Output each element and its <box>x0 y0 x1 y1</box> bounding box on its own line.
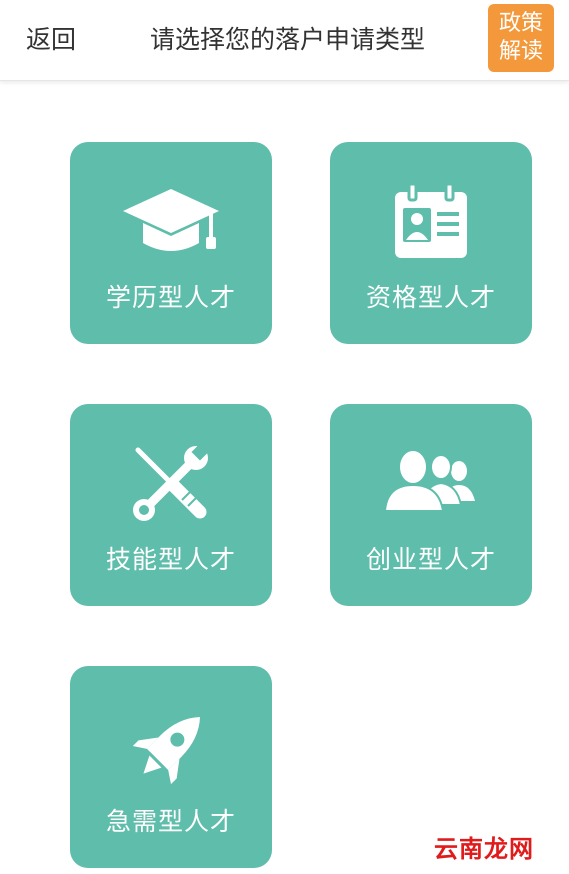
category-label: 资格型人才 <box>365 283 496 312</box>
policy-interpretation-button[interactable]: 政策 解读 <box>488 4 554 72</box>
category-label: 技能型人才 <box>105 545 236 574</box>
id-badge-icon <box>330 180 532 264</box>
watermark: 云南龙网 <box>434 835 534 863</box>
page-title: 请选择您的落户申请类型 <box>150 25 426 54</box>
people-group-icon <box>330 442 532 526</box>
category-card-entrepreneurship[interactable]: 创业型人才 <box>330 404 532 606</box>
wrench-screwdriver-icon <box>70 442 272 526</box>
category-card-skills[interactable]: 技能型人才 <box>70 404 272 606</box>
back-button[interactable]: 返回 <box>26 22 76 58</box>
category-label: 学历型人才 <box>105 283 236 312</box>
policy-label-line1: 政策 <box>498 11 543 36</box>
top-bar: 返回 请选择您的落户申请类型 政策 解读 <box>0 0 569 81</box>
category-label: 急需型人才 <box>105 807 236 836</box>
category-card-urgent[interactable]: 急需型人才 <box>70 666 272 868</box>
graduation-cap-icon <box>70 180 272 264</box>
policy-label-line2: 解读 <box>498 39 543 64</box>
category-label: 创业型人才 <box>365 545 496 574</box>
category-card-qualification[interactable]: 资格型人才 <box>330 142 532 344</box>
rocket-icon <box>70 704 272 788</box>
category-card-education[interactable]: 学历型人才 <box>70 142 272 344</box>
